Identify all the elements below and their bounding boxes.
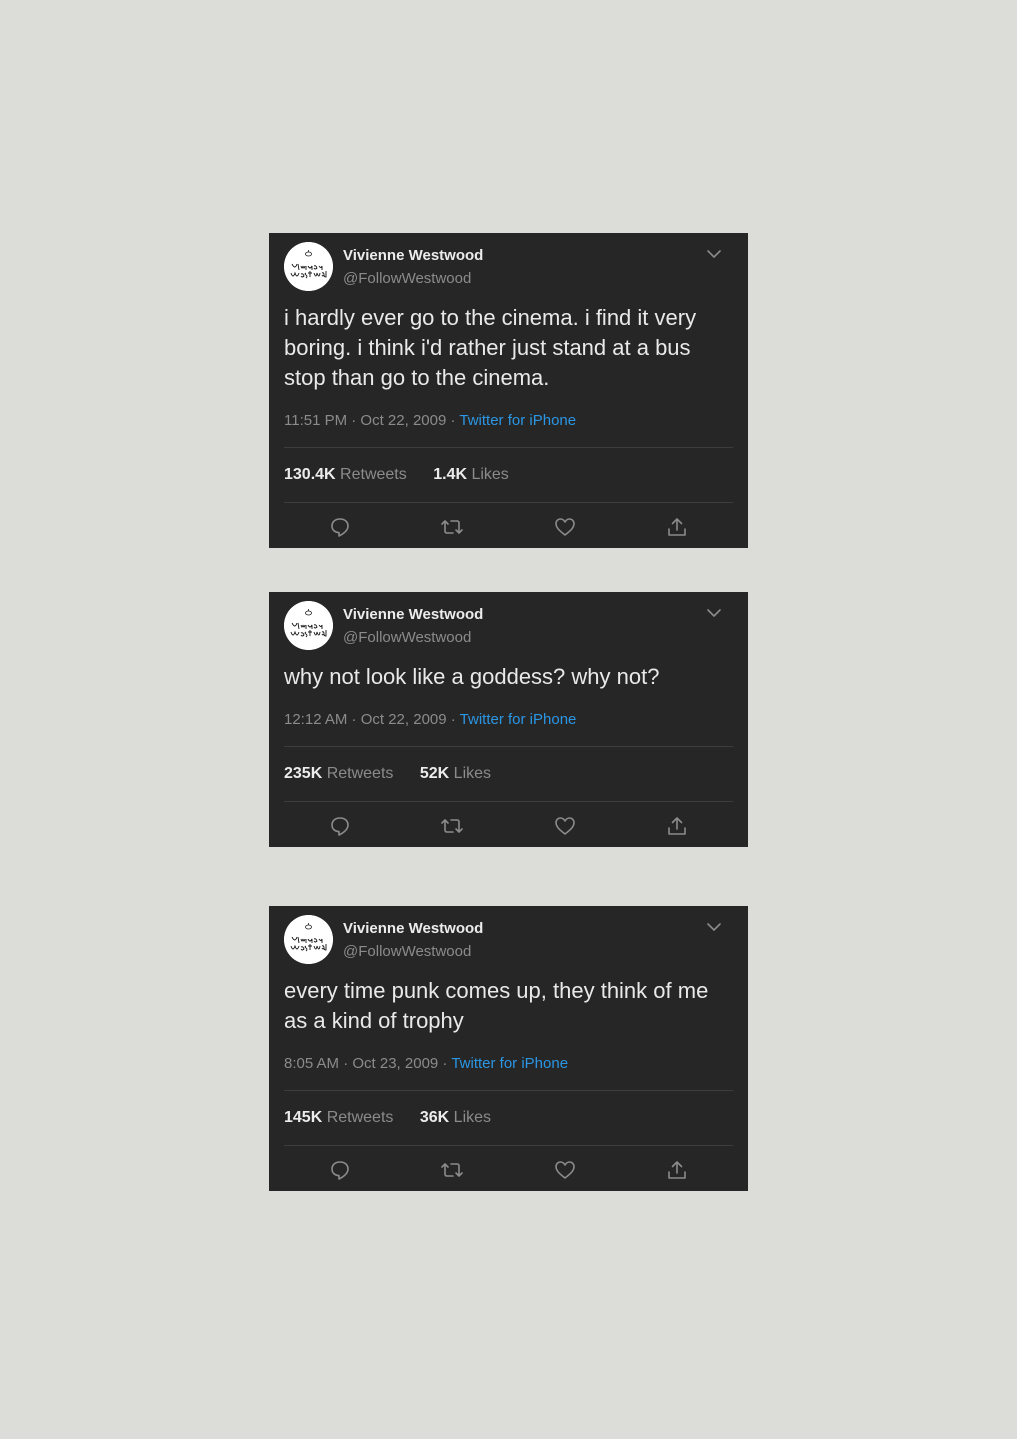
likes-label: Likes: [453, 765, 492, 782]
tweet-text: every time punk comes up, they think of …: [284, 978, 709, 1033]
retweets-stat[interactable]: 130.4K Retweets: [284, 448, 407, 502]
share-icon: [668, 518, 686, 536]
reply-button[interactable]: [327, 813, 353, 839]
reply-icon: [331, 1161, 349, 1180]
like-button[interactable]: [552, 813, 578, 839]
like-icon: [554, 1161, 575, 1179]
tweet-actions: [284, 503, 733, 551]
tweet-actions: [284, 802, 733, 850]
reply-icon: [331, 817, 349, 836]
tweet-meta: 11:51 PM · Oct 22, 2009 · Twitter for iP…: [284, 393, 733, 448]
share-button[interactable]: [664, 1157, 690, 1183]
like-icon: [554, 518, 575, 536]
retweet-button[interactable]: [439, 813, 465, 839]
retweet-icon: [441, 520, 464, 534]
westwood-logo-icon: [284, 915, 333, 964]
chevron-down-icon[interactable]: [705, 606, 723, 620]
avatar[interactable]: [284, 601, 333, 650]
share-icon: [668, 1161, 686, 1179]
tweet-actions: [284, 1146, 733, 1194]
tweet-meta: 8:05 AM · Oct 23, 2009 · Twitter for iPh…: [284, 1036, 733, 1091]
tweet-header: Vivienne Westwood @FollowWestwood: [284, 906, 733, 968]
tweet-source-link[interactable]: Twitter for iPhone: [451, 1055, 568, 1072]
tweet-timestamp[interactable]: 12:12 AM · Oct 22, 2009 ·: [284, 711, 460, 728]
like-button[interactable]: [552, 1157, 578, 1183]
retweets-stat[interactable]: 145K Retweets: [284, 1091, 393, 1145]
like-icon: [554, 817, 575, 835]
tweet-stats: 235K Retweets 52K Likes: [284, 747, 733, 802]
westwood-logo-icon: [284, 242, 333, 291]
likes-count: 52K: [419, 765, 450, 782]
retweets-count: 145K: [284, 1109, 323, 1126]
likes-stat[interactable]: 52K Likes: [420, 747, 491, 801]
tweet-meta: 12:12 AM · Oct 22, 2009 · Twitter for iP…: [284, 692, 733, 747]
retweets-count: 130.4K: [284, 466, 336, 483]
avatar[interactable]: [284, 242, 333, 291]
tweet-text: why not look like a goddess? why not?: [284, 664, 660, 689]
chevron-down-icon[interactable]: [705, 247, 723, 261]
tweet-card: Vivienne Westwood @FollowWestwood why no…: [269, 592, 748, 847]
tweet-card: Vivienne Westwood @FollowWestwood every …: [269, 906, 748, 1191]
reply-button[interactable]: [327, 1157, 353, 1183]
retweets-label: Retweets: [326, 765, 394, 782]
westwood-logo-icon: [284, 601, 333, 650]
tweet-timestamp[interactable]: 8:05 AM · Oct 23, 2009 ·: [284, 1055, 451, 1072]
retweets-count: 235K: [284, 765, 323, 782]
share-button[interactable]: [664, 514, 690, 540]
likes-count: 1.4K: [433, 466, 467, 483]
tweet-source-link[interactable]: Twitter for iPhone: [459, 412, 576, 429]
likes-label: Likes: [471, 466, 509, 483]
tweet-text: i hardly ever go to the cinema. i find i…: [284, 305, 697, 390]
chevron-down-icon[interactable]: [705, 920, 723, 934]
display-name[interactable]: Vivienne Westwood: [343, 920, 483, 937]
retweets-label: Retweets: [326, 1109, 394, 1126]
avatar[interactable]: [284, 915, 333, 964]
display-name[interactable]: Vivienne Westwood: [343, 247, 483, 264]
tweet-header: Vivienne Westwood @FollowWestwood: [284, 592, 733, 654]
tweet-timestamp[interactable]: 11:51 PM · Oct 22, 2009 ·: [284, 412, 459, 429]
tweet-stats: 145K Retweets 36K Likes: [284, 1091, 733, 1146]
share-icon: [668, 817, 686, 835]
tweet-card: Vivienne Westwood @FollowWestwood i hard…: [269, 233, 748, 548]
retweets-label: Retweets: [340, 466, 407, 483]
display-name[interactable]: Vivienne Westwood: [343, 606, 483, 623]
retweet-button[interactable]: [439, 1157, 465, 1183]
tweet-stats: 130.4K Retweets 1.4K Likes: [284, 448, 733, 503]
reply-icon: [331, 518, 349, 537]
likes-stat[interactable]: 1.4K Likes: [433, 448, 509, 502]
like-button[interactable]: [552, 514, 578, 540]
retweet-button[interactable]: [439, 514, 465, 540]
handle[interactable]: @FollowWestwood: [343, 270, 471, 287]
tweet-source-link[interactable]: Twitter for iPhone: [460, 711, 577, 728]
retweets-stat[interactable]: 235K Retweets: [284, 747, 393, 801]
retweet-icon: [441, 1163, 464, 1177]
likes-count: 36K: [419, 1109, 450, 1126]
likes-label: Likes: [453, 1109, 492, 1126]
reply-button[interactable]: [327, 514, 353, 540]
tweet-header: Vivienne Westwood @FollowWestwood: [284, 233, 733, 295]
likes-stat[interactable]: 36K Likes: [420, 1091, 491, 1145]
handle[interactable]: @FollowWestwood: [343, 943, 471, 960]
share-button[interactable]: [664, 813, 690, 839]
handle[interactable]: @FollowWestwood: [343, 629, 471, 646]
retweet-icon: [441, 819, 464, 833]
